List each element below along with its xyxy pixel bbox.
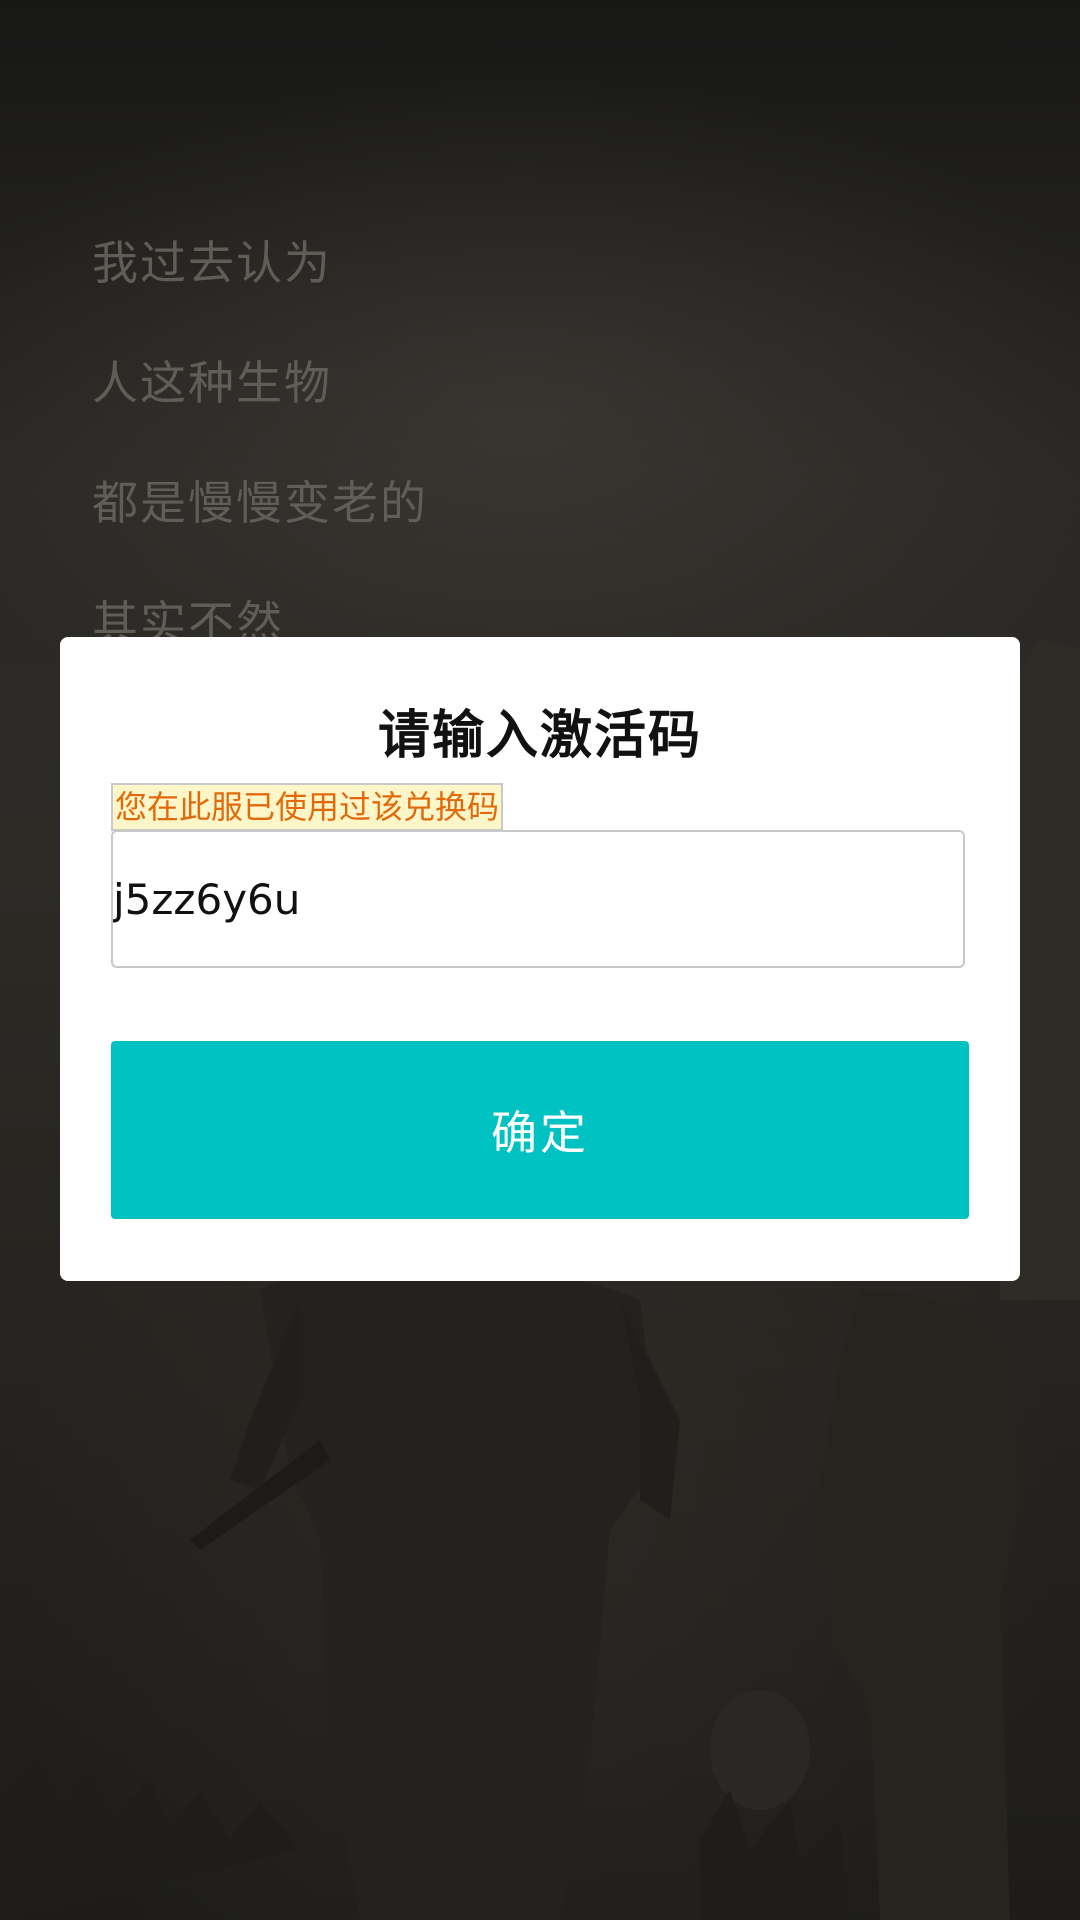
game-screen: 我过去认为 人这种生物 都是慢慢变老的 其实不然 请输入激活码 您在此服已使用过…: [0, 0, 1080, 1920]
confirm-button[interactable]: 确定: [111, 1041, 969, 1219]
activation-code-dialog: 请输入激活码 您在此服已使用过该兑换码 确定: [60, 637, 1020, 1281]
story-line: 都是慢慢变老的: [92, 476, 428, 530]
error-message: 您在此服已使用过该兑换码: [111, 783, 504, 831]
story-line: 我过去认为: [92, 236, 332, 290]
dialog-title: 请输入激活码: [377, 706, 702, 766]
story-text: 我过去认为 人这种生物 都是慢慢变老的 其实不然: [92, 228, 792, 708]
activation-code-input[interactable]: [111, 830, 965, 968]
story-line: 人这种生物: [92, 356, 332, 410]
